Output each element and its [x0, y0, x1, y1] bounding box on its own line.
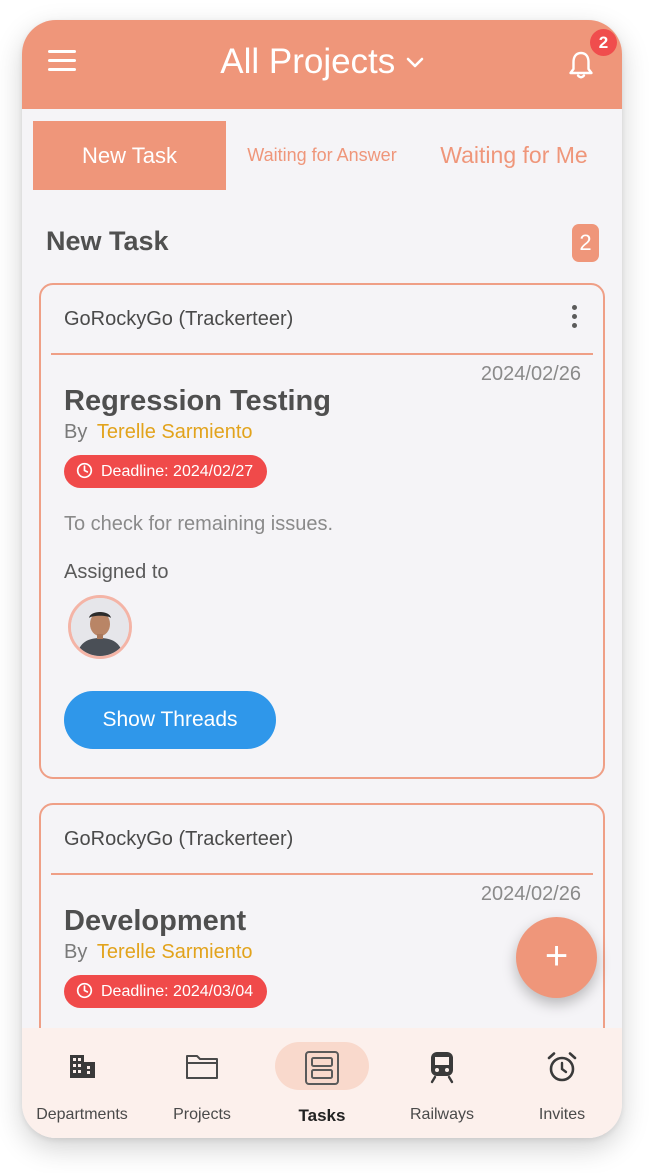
deadline-badge: Deadline: 2024/03/04 — [64, 975, 268, 1008]
tab-waiting-for-answer[interactable]: Waiting for Answer — [234, 121, 410, 190]
task-card[interactable]: GoRockyGo (Trackerteer) 2024/02/26 Regre… — [39, 283, 605, 779]
tab-waiting-for-me[interactable]: Waiting for Me — [430, 121, 598, 190]
nav-departments[interactable]: Departments — [22, 1028, 142, 1138]
alarm-clock-icon — [547, 1052, 577, 1082]
bell-icon[interactable] — [567, 50, 595, 80]
notification-badge: 2 — [590, 29, 617, 56]
assigned-to-label: Assigned to — [64, 561, 169, 583]
page-title: All Projects — [220, 42, 396, 81]
card-date: 2024/02/26 — [480, 363, 581, 385]
task-author-line: By Terelle Sarmiento — [64, 941, 253, 964]
nav-label: Railways — [409, 1106, 474, 1123]
app-header: All Projects 2 — [22, 20, 622, 109]
more-options-icon[interactable] — [566, 305, 582, 333]
nav-label: Tasks — [298, 1106, 346, 1125]
building-icon — [70, 1055, 95, 1078]
app-screen: All Projects 2 New Task Waiting for Answ… — [22, 20, 622, 1138]
deadline-text: Deadline: 2024/03/04 — [101, 983, 254, 1000]
nav-label: Departments — [36, 1106, 128, 1123]
chevron-down-icon — [406, 57, 424, 68]
clock-icon — [76, 982, 93, 998]
tasks-icon — [305, 1051, 339, 1085]
show-threads-button[interactable]: Show Threads — [64, 691, 276, 749]
folder-icon — [186, 1055, 218, 1079]
tab-new-task[interactable]: New Task — [33, 121, 226, 190]
task-author-line: By Terelle Sarmiento — [64, 421, 253, 444]
by-label: By — [64, 941, 88, 963]
task-title: Development — [64, 905, 247, 937]
nav-tasks[interactable]: Tasks — [262, 1028, 382, 1138]
task-author[interactable]: Terelle Sarmiento — [97, 421, 253, 443]
card-divider — [51, 353, 593, 355]
deadline-text: Deadline: 2024/02/27 — [101, 463, 254, 480]
nav-projects[interactable]: Projects — [142, 1028, 262, 1138]
nav-railways[interactable]: Railways — [382, 1028, 502, 1138]
task-description: To check for remaining issues. — [64, 513, 334, 535]
nav-invites[interactable]: Invites — [502, 1028, 622, 1138]
nav-label: Invites — [538, 1106, 586, 1123]
assignee-avatar[interactable] — [68, 595, 132, 659]
deadline-badge: Deadline: 2024/02/27 — [64, 455, 268, 488]
task-count-badge: 2 — [572, 224, 599, 262]
person-avatar-image — [71, 598, 129, 656]
train-icon — [430, 1052, 454, 1084]
plus-icon: + — [544, 934, 569, 978]
section-title: New Task — [46, 226, 169, 256]
clock-icon — [76, 462, 93, 478]
add-task-button[interactable]: + — [516, 917, 597, 998]
project-selector[interactable]: All Projects — [22, 42, 622, 82]
bottom-navigation: Departments Projects Tasks Railways Invi… — [22, 1028, 622, 1138]
card-divider — [51, 873, 593, 875]
nav-label: Projects — [173, 1106, 231, 1123]
card-project-name: GoRockyGo (Trackerteer) — [64, 308, 294, 330]
task-title: Regression Testing — [64, 385, 331, 417]
task-author[interactable]: Terelle Sarmiento — [97, 941, 253, 963]
card-project-name: GoRockyGo (Trackerteer) — [64, 828, 294, 850]
by-label: By — [64, 421, 88, 443]
card-date: 2024/02/26 — [480, 883, 581, 905]
